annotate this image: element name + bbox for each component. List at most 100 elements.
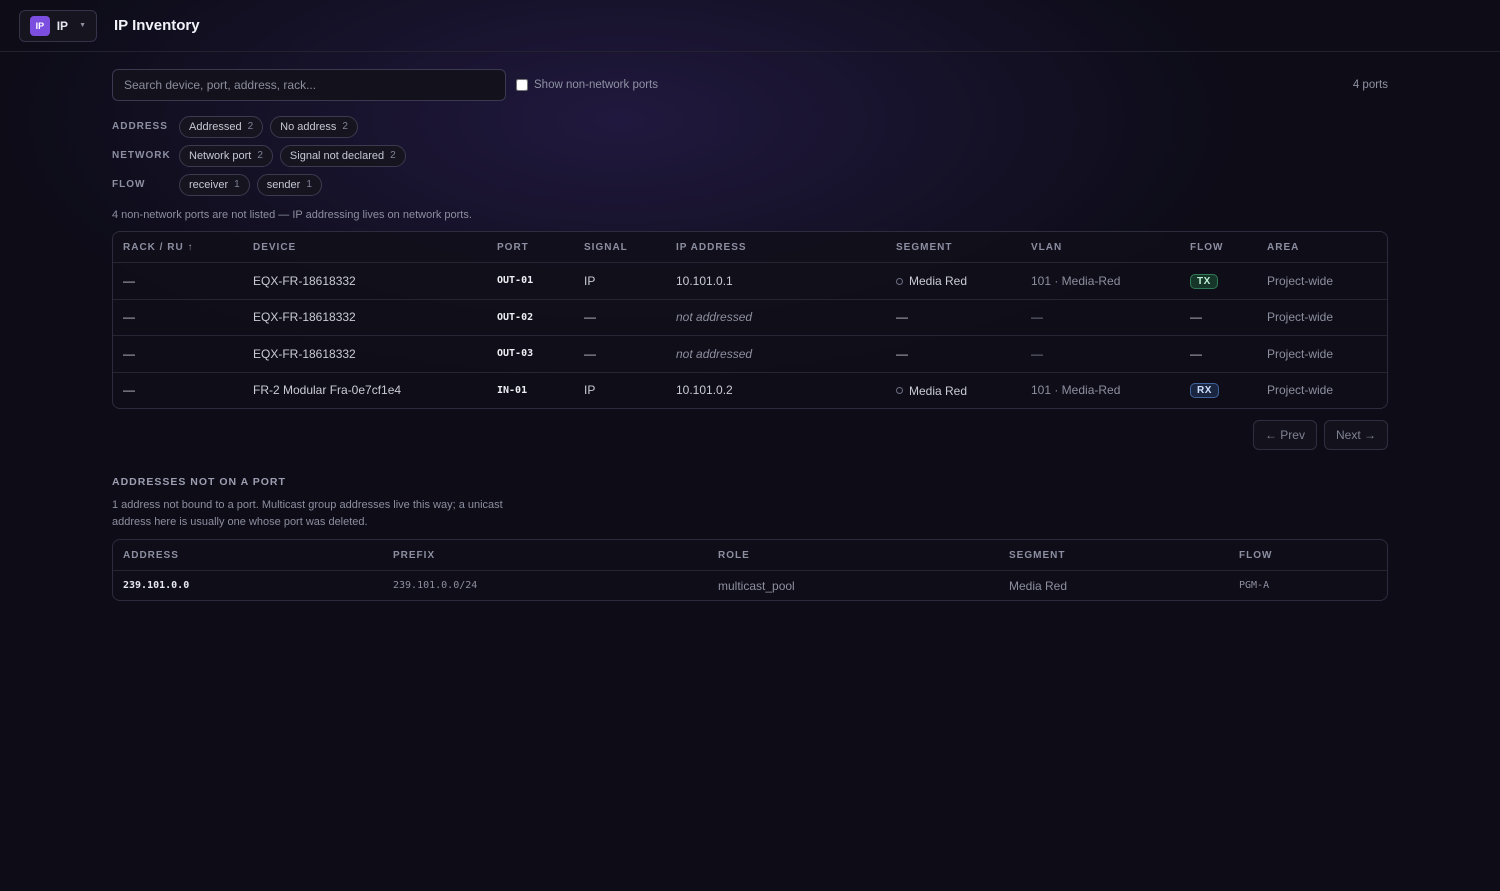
filter-chip-no-address[interactable]: No address 2 xyxy=(270,115,358,138)
flow-badge: RX xyxy=(1190,383,1219,399)
segment-label: Media Red xyxy=(909,274,968,288)
ip-address-cell: not addressed xyxy=(676,346,753,361)
segment-cell: Media Red xyxy=(886,274,1021,288)
signal-cell: IP xyxy=(584,273,596,288)
column-header-segment[interactable]: SEGMENT xyxy=(886,242,1021,253)
pagination: ← Prev Next → xyxy=(112,420,1388,450)
app-badge: IP xyxy=(30,15,50,36)
column-header-flow[interactable]: FLOW xyxy=(1229,550,1387,561)
main-content: Show non-network ports 4 ports ADDRESS A… xyxy=(112,69,1388,601)
filter-chip-sender[interactable]: sender 1 xyxy=(256,173,322,196)
next-page-button[interactable]: Next → xyxy=(1323,420,1388,450)
ports-table: RACK / RU ↑ DEVICE PORT SIGNAL IP ADDRES… xyxy=(112,231,1388,409)
vlan-cell: — xyxy=(1031,346,1043,361)
flow-cell: TX xyxy=(1180,273,1257,289)
rack-cell: — xyxy=(123,346,135,361)
table-row[interactable]: — EQX-FR-18618332 OUT-03 — not addressed… xyxy=(113,335,1387,372)
filter-label: FLOW xyxy=(112,179,146,190)
table-row[interactable]: 239.101.0.0 239.101.0.0/24 multicast_poo… xyxy=(113,570,1387,600)
chip-label: No address xyxy=(280,120,337,133)
chip-count: 1 xyxy=(306,179,312,190)
chip-count: 2 xyxy=(257,150,263,161)
column-header-area[interactable]: AREA xyxy=(1257,242,1387,253)
rack-cell: — xyxy=(123,383,135,398)
address-cell: 239.101.0.0 xyxy=(123,580,190,591)
show-non-network-toggle[interactable]: Show non-network ports xyxy=(516,79,658,91)
top-bar: IP IP ▼ IP Inventory xyxy=(0,0,1500,52)
vlan-cell: 101 · Media-Red xyxy=(1031,273,1121,288)
column-header-role[interactable]: ROLE xyxy=(708,550,999,561)
filter-chip-signal-not-declared[interactable]: Signal not declared 2 xyxy=(279,144,406,167)
app-switcher-button[interactable]: IP IP ▼ xyxy=(19,9,97,42)
port-cell: OUT-02 xyxy=(497,311,534,323)
rack-cell: — xyxy=(123,273,135,288)
filter-chip-network-port[interactable]: Network port 2 xyxy=(179,144,273,167)
signal-cell: — xyxy=(584,346,596,361)
column-header-rack[interactable]: RACK / RU ↑ xyxy=(113,242,243,253)
vlan-cell: 101 · Media-Red xyxy=(1031,383,1121,398)
table-row[interactable]: — EQX-FR-18618332 OUT-01 IP 10.101.0.1 M… xyxy=(113,262,1387,299)
device-cell: FR-2 Modular Fra-0e7cf1e4 xyxy=(253,383,402,398)
show-non-network-label: Show non-network ports xyxy=(534,79,659,91)
port-cell: IN-01 xyxy=(497,384,528,396)
search-row: Show non-network ports 4 ports xyxy=(112,69,1388,101)
caret-down-icon: ▼ xyxy=(79,22,86,29)
column-header-device[interactable]: DEVICE xyxy=(243,242,487,253)
flow-badge: TX xyxy=(1190,273,1218,289)
column-header-address[interactable]: ADDRESS xyxy=(113,550,383,561)
chip-count: 2 xyxy=(390,150,396,161)
segment-cell: Media Red xyxy=(1009,578,1068,593)
column-header-port[interactable]: PORT xyxy=(487,242,574,253)
port-count: 4 ports xyxy=(1352,79,1388,91)
prev-page-button[interactable]: ← Prev xyxy=(1252,420,1317,450)
show-non-network-checkbox[interactable] xyxy=(516,79,528,91)
chip-label: Addressed xyxy=(189,120,242,133)
rack-cell: — xyxy=(123,310,135,325)
ip-address-cell: not addressed xyxy=(676,310,753,325)
column-header-ip-address[interactable]: IP ADDRESS xyxy=(666,242,886,253)
column-header-flow[interactable]: FLOW xyxy=(1180,242,1257,253)
area-cell: Project-wide xyxy=(1267,346,1334,361)
device-cell: EQX-FR-18618332 xyxy=(253,310,356,325)
flow-cell: PGM-A xyxy=(1239,580,1270,591)
app-name: IP xyxy=(56,18,69,33)
port-cell: OUT-03 xyxy=(497,348,534,360)
port-cell: OUT-01 xyxy=(497,275,534,287)
ip-address-cell: 10.101.0.1 xyxy=(676,273,733,288)
segment-cell: — xyxy=(896,310,908,325)
ip-address-cell: 10.101.0.2 xyxy=(676,383,733,398)
search-input[interactable] xyxy=(112,69,506,101)
column-header-prefix[interactable]: PREFIX xyxy=(383,550,708,561)
segment-dot-icon xyxy=(896,277,903,285)
column-header-segment[interactable]: SEGMENT xyxy=(999,550,1229,561)
segment-label: Media Red xyxy=(909,383,968,398)
chip-count: 1 xyxy=(234,179,240,190)
column-header-vlan[interactable]: VLAN xyxy=(1021,242,1180,253)
page-title: IP Inventory xyxy=(114,17,200,34)
table-header: RACK / RU ↑ DEVICE PORT SIGNAL IP ADDRES… xyxy=(113,232,1387,262)
filter-row-network: NETWORK Network port 2 Signal not declare… xyxy=(112,141,1388,170)
chip-label: sender xyxy=(266,178,301,191)
column-header-signal[interactable]: SIGNAL xyxy=(574,242,666,253)
signal-cell: — xyxy=(584,310,596,325)
device-cell: EQX-FR-18618332 xyxy=(253,346,356,361)
filter-row-address: ADDRESS Addressed 2 No address 2 xyxy=(112,112,1388,141)
signal-cell: IP xyxy=(584,383,596,398)
filter-chip-receiver[interactable]: receiver 1 xyxy=(179,173,250,196)
chip-label: Network port xyxy=(189,149,252,162)
segment-cell: Media Red xyxy=(886,383,1021,398)
filter-chip-addressed[interactable]: Addressed 2 xyxy=(179,115,264,138)
prefix-cell: 239.101.0.0/24 xyxy=(393,580,478,591)
unbound-section-title: ADDRESSES NOT ON A PORT xyxy=(112,476,286,488)
chip-label: Signal not declared xyxy=(289,149,385,162)
filter-groups: ADDRESS Addressed 2 No address 2 NETWORK N… xyxy=(112,112,1388,199)
device-cell: EQX-FR-18618332 xyxy=(253,273,356,288)
chip-count: 2 xyxy=(342,121,348,132)
filter-label: NETWORK xyxy=(112,150,171,161)
table-row[interactable]: — EQX-FR-18618332 OUT-02 — not addressed… xyxy=(113,298,1387,336)
unbound-addresses-table: ADDRESS PREFIX ROLE SEGMENT FLOW 239.101… xyxy=(112,539,1388,601)
table-row[interactable]: — FR-2 Modular Fra-0e7cf1e4 IN-01 IP 10.… xyxy=(113,371,1387,409)
area-cell: Project-wide xyxy=(1267,273,1334,288)
flow-cell: — xyxy=(1190,310,1202,325)
segment-dot-icon xyxy=(896,387,903,394)
